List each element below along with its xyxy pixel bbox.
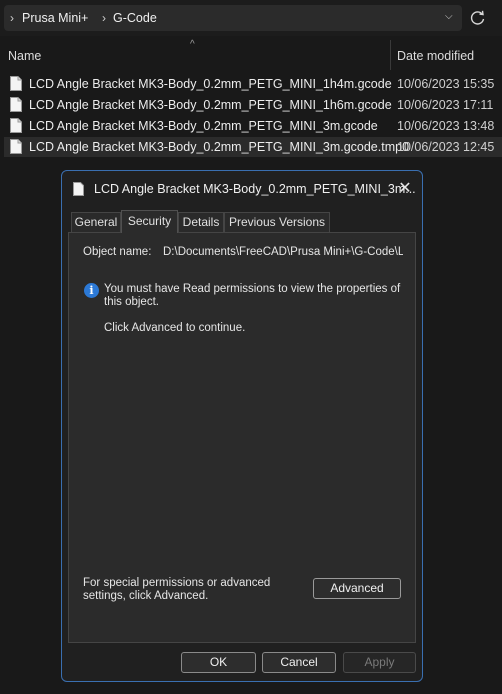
security-panel: Object name: D:\Documents\FreeCAD\Prusa … [68, 232, 416, 643]
special-permissions-text: For special permissions or advanced sett… [83, 577, 271, 602]
breadcrumb[interactable]: › Prusa Mini+ › G-Code ⌵ [4, 5, 462, 31]
file-name: LCD Angle Bracket MK3-Body_0.2mm_PETG_MI… [29, 119, 378, 133]
object-name-label: Object name: [83, 246, 152, 258]
column-date-header[interactable]: Date modified [397, 49, 474, 63]
tab-details[interactable]: Details [178, 212, 224, 232]
file-icon [10, 97, 22, 112]
apply-button[interactable]: Apply [343, 652, 416, 673]
file-row[interactable]: LCD Angle Bracket MK3-Body_0.2mm_PETG_MI… [4, 74, 502, 94]
close-button[interactable]: ✕ [392, 177, 418, 201]
file-name: LCD Angle Bracket MK3-Body_0.2mm_PETG_MI… [29, 140, 410, 154]
refresh-icon[interactable] [468, 8, 488, 28]
file-icon [10, 139, 22, 154]
tab-general[interactable]: General [71, 212, 121, 232]
info-icon: i [84, 283, 99, 298]
chevron-right-icon: › [102, 11, 106, 25]
file-date: 10/06/2023 13:48 [397, 119, 495, 133]
address-bar: › Prusa Mini+ › G-Code ⌵ [0, 0, 502, 36]
file-date: 10/06/2023 15:35 [397, 77, 495, 91]
permission-message: You must have Read permissions to view t… [104, 283, 401, 308]
file-date: 10/06/2023 17:11 [397, 98, 494, 112]
file-row-selected[interactable]: LCD Angle Bracket MK3-Body_0.2mm_PETG_MI… [4, 137, 502, 157]
tab-security[interactable]: Security [121, 210, 178, 233]
file-name: LCD Angle Bracket MK3-Body_0.2mm_PETG_MI… [29, 77, 392, 91]
file-row[interactable]: LCD Angle Bracket MK3-Body_0.2mm_PETG_MI… [4, 95, 502, 115]
continue-message: Click Advanced to continue. [104, 322, 246, 334]
column-divider[interactable] [390, 40, 391, 70]
ok-button[interactable]: OK [181, 652, 256, 673]
column-header: Name ^ Date modified [0, 39, 502, 70]
properties-dialog: LCD Angle Bracket MK3-Body_0.2mm_PETG_MI… [61, 170, 423, 682]
advanced-button[interactable]: Advanced [313, 578, 401, 599]
file-icon [10, 118, 22, 133]
breadcrumb-item[interactable]: Prusa Mini+ [22, 11, 88, 25]
file-icon [10, 76, 22, 91]
file-date: 10/06/2023 12:45 [397, 140, 495, 154]
dialog-title: LCD Angle Bracket MK3-Body_0.2mm_PETG_MI… [94, 182, 416, 196]
breadcrumb-item[interactable]: G-Code [113, 11, 157, 25]
file-row[interactable]: LCD Angle Bracket MK3-Body_0.2mm_PETG_MI… [4, 116, 502, 136]
tab-previous-versions[interactable]: Previous Versions [224, 212, 330, 232]
object-name-value[interactable]: D:\Documents\FreeCAD\Prusa Mini+\G-Code\… [163, 246, 403, 258]
chevron-right-icon: › [10, 11, 14, 25]
column-name-header[interactable]: Name [8, 49, 41, 63]
file-icon [73, 182, 84, 196]
file-name: LCD Angle Bracket MK3-Body_0.2mm_PETG_MI… [29, 98, 392, 112]
sort-ascending-icon: ^ [190, 39, 195, 50]
chevron-down-icon[interactable]: ⌵ [445, 11, 453, 22]
cancel-button[interactable]: Cancel [262, 652, 336, 673]
